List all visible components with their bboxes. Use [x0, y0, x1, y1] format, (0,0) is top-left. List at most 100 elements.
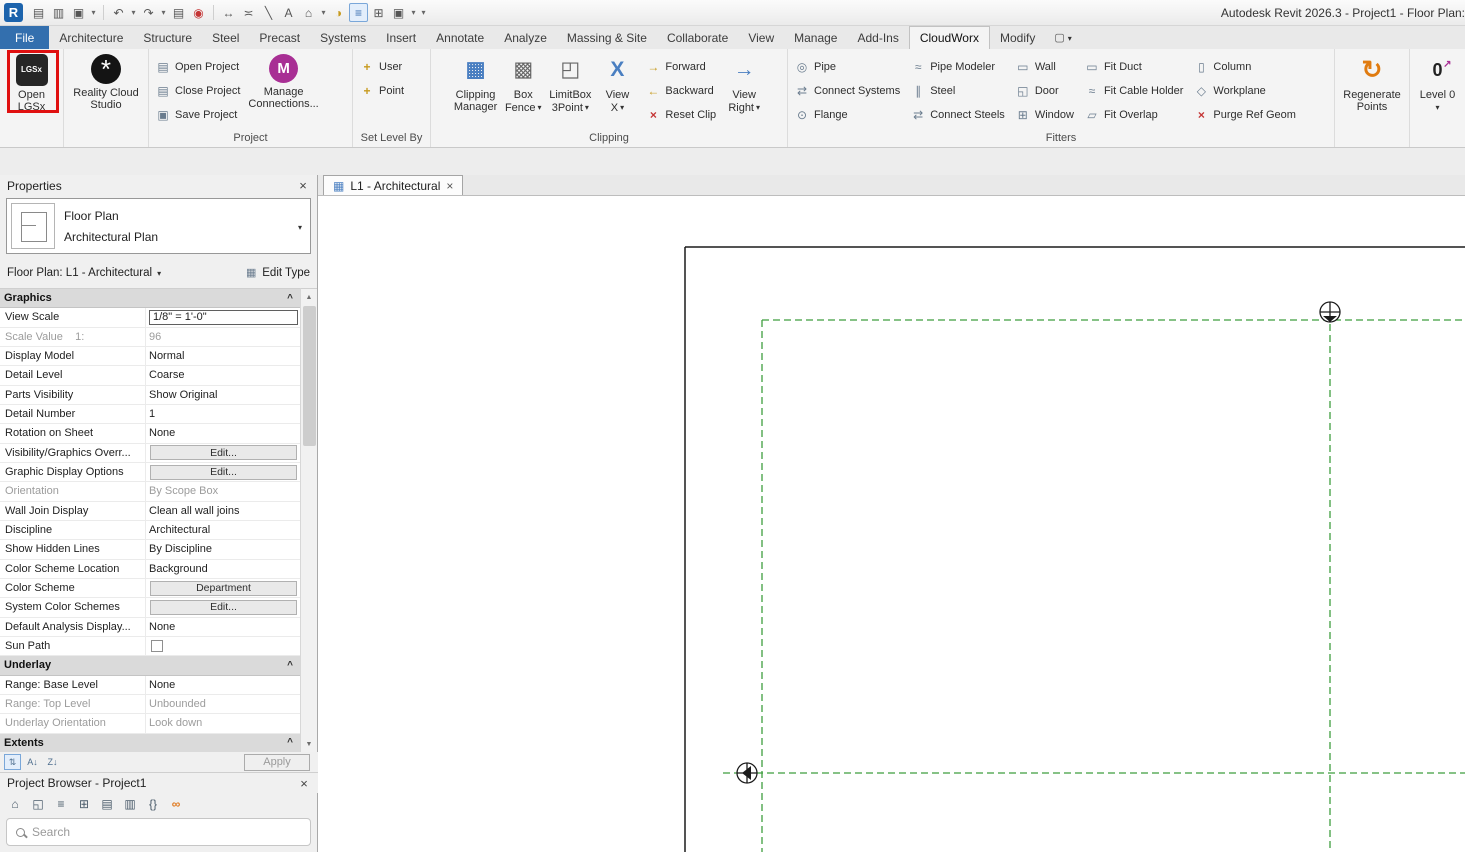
reality-cloud-studio-button[interactable]: * Reality Cloud Studio — [71, 52, 140, 131]
drawing-canvas[interactable] — [318, 196, 1465, 852]
scope-select-icon[interactable]: ◱ — [29, 795, 47, 813]
apply-button[interactable]: Apply — [244, 754, 310, 771]
tab-massing-site[interactable]: Massing & Site — [557, 26, 657, 49]
chevron-down-icon[interactable] — [157, 267, 161, 279]
text-note-icon[interactable]: A — [279, 3, 298, 22]
clip-backward-button[interactable]: ← Backward — [641, 80, 720, 101]
property-value[interactable]: 1 — [146, 405, 301, 423]
property-value[interactable]: Normal — [146, 347, 301, 365]
section-icon[interactable]: ◑ — [329, 3, 348, 22]
scroll-up-icon[interactable] — [301, 289, 317, 305]
property-value[interactable]: None — [146, 618, 301, 636]
edit-button[interactable]: Edit... — [150, 445, 297, 460]
collapse-icon[interactable] — [287, 293, 301, 304]
search-input[interactable] — [32, 825, 301, 839]
tab-annotate[interactable]: Annotate — [426, 26, 494, 49]
steel-button[interactable]: ∥Steel — [906, 80, 1009, 101]
connect-steels-button[interactable]: ⇄Connect Steels — [906, 104, 1009, 125]
collapse-icon[interactable] — [287, 660, 301, 671]
view-tab-l1-architectural[interactable]: ▦ L1 - Architectural — [323, 175, 463, 195]
connect-systems-button[interactable]: ⇄Connect Systems — [790, 80, 904, 101]
pipe-button[interactable]: ◎Pipe — [790, 56, 904, 77]
clipping-manager-button[interactable]: ▦ Clipping Manager — [452, 52, 499, 131]
level-0-button[interactable]: 0 Level 0 — [1416, 52, 1460, 131]
reference-planes[interactable] — [723, 320, 1465, 852]
open-file-icon[interactable]: ▥ — [49, 3, 68, 22]
render-icon[interactable]: ◉ — [189, 3, 208, 22]
panel-stack-icon[interactable]: ▥ — [121, 795, 139, 813]
purge-ref-geom-button[interactable]: ×Purge Ref Geom — [1189, 104, 1300, 125]
switch-windows-caret[interactable]: ▾ — [409, 3, 418, 22]
close-icon[interactable] — [296, 178, 310, 193]
revit-logo[interactable]: R — [4, 3, 23, 22]
switch-windows-icon[interactable]: ▣ — [389, 3, 408, 22]
tab-architecture[interactable]: Architecture — [49, 26, 133, 49]
tab-precast[interactable]: Precast — [249, 26, 310, 49]
scroll-down-icon[interactable] — [301, 736, 317, 752]
thin-lines-icon[interactable]: ≡ — [349, 3, 368, 22]
view-x-button[interactable]: X View X — [595, 52, 639, 131]
open-lgsx-button[interactable]: LGSx Open LGSx — [10, 52, 54, 131]
redo-icon[interactable]: ↷ — [139, 3, 158, 22]
elevation-marker-west[interactable] — [737, 763, 757, 783]
close-view-icon[interactable] — [446, 179, 453, 193]
elevation-marker-north[interactable] — [1320, 302, 1340, 322]
schedule-view-icon[interactable]: ⊞ — [75, 795, 93, 813]
property-value[interactable]: By Discipline — [146, 540, 301, 558]
column-button[interactable]: ▯Column — [1189, 56, 1300, 77]
fit-overlap-button[interactable]: ▱Fit Overlap — [1080, 104, 1187, 125]
property-value[interactable]: Coarse — [146, 366, 301, 384]
color-scheme-button[interactable]: Department — [150, 581, 297, 596]
sort-group-icon[interactable]: ⇅ — [4, 754, 21, 770]
tab-insert[interactable]: Insert — [376, 26, 426, 49]
workplane-button[interactable]: ◇Workplane — [1189, 80, 1300, 101]
tab-file[interactable]: File — [0, 26, 49, 49]
qat-customize-caret[interactable]: ▾ — [419, 3, 428, 22]
manage-connections-button[interactable]: M Manage Connections... — [246, 52, 320, 131]
sun-path-checkbox[interactable] — [151, 640, 163, 652]
sync-caret-icon[interactable]: ▾ — [89, 3, 98, 22]
set-level-point-button[interactable]: + Point — [355, 80, 408, 101]
crop-region-boundary[interactable] — [685, 247, 1465, 852]
tab-view[interactable]: View — [738, 26, 784, 49]
tab-cloudworx[interactable]: CloudWorx — [909, 26, 990, 49]
tab-modify[interactable]: Modify — [990, 26, 1045, 49]
open-project-button[interactable]: ▤ Open Project — [151, 56, 244, 77]
sheet-view-icon[interactable]: ▤ — [98, 795, 116, 813]
edit-button[interactable]: Edit... — [150, 600, 297, 615]
default-3d-view-icon[interactable]: ⌂ — [299, 3, 318, 22]
measure-icon[interactable]: ↔ — [219, 3, 238, 22]
properties-filter[interactable]: Floor Plan: L1 - Architectural — [7, 267, 152, 279]
box-fence-button[interactable]: ▩ Box Fence — [501, 52, 545, 131]
redo-history-caret[interactable]: ▾ — [159, 3, 168, 22]
property-value[interactable]: Architectural — [146, 521, 301, 539]
home-icon[interactable]: ⌂ — [6, 795, 24, 813]
project-browser-search[interactable] — [6, 818, 311, 846]
tab-structure[interactable]: Structure — [133, 26, 202, 49]
pipe-modeler-button[interactable]: ≈Pipe Modeler — [906, 56, 1009, 77]
edit-type-button[interactable]: ▦ Edit Type — [244, 266, 310, 280]
chevron-down-icon[interactable] — [298, 217, 306, 235]
tab-manage[interactable]: Manage — [784, 26, 847, 49]
undo-history-caret[interactable]: ▾ — [129, 3, 138, 22]
view-right-button[interactable]: → View Right — [722, 52, 766, 131]
property-value[interactable]: None — [146, 424, 301, 442]
braces-icon[interactable]: {} — [144, 795, 162, 813]
regenerate-points-button[interactable]: ↻ Regenerate Points — [1341, 52, 1403, 131]
undo-icon[interactable]: ↶ — [109, 3, 128, 22]
tab-analyze[interactable]: Analyze — [494, 26, 557, 49]
aligned-dimension-icon[interactable]: ≍ — [239, 3, 258, 22]
set-level-user-button[interactable]: + User — [355, 56, 408, 77]
window-button[interactable]: ⊞Window — [1011, 104, 1078, 125]
property-value[interactable]: Show Original — [146, 386, 301, 404]
limitbox-3point-button[interactable]: ◰ LimitBox 3Point — [547, 52, 593, 131]
print-icon[interactable]: ▤ — [169, 3, 188, 22]
scrollbar-thumb[interactable] — [303, 306, 316, 446]
model-line-icon[interactable]: ╲ — [259, 3, 278, 22]
tab-collaborate[interactable]: Collaborate — [657, 26, 738, 49]
properties-scrollbar[interactable] — [300, 288, 317, 752]
tab-systems[interactable]: Systems — [310, 26, 376, 49]
list-view-icon[interactable]: ≡ — [52, 795, 70, 813]
flange-button[interactable]: ⊙Flange — [790, 104, 904, 125]
wall-button[interactable]: ▭Wall — [1011, 56, 1078, 77]
